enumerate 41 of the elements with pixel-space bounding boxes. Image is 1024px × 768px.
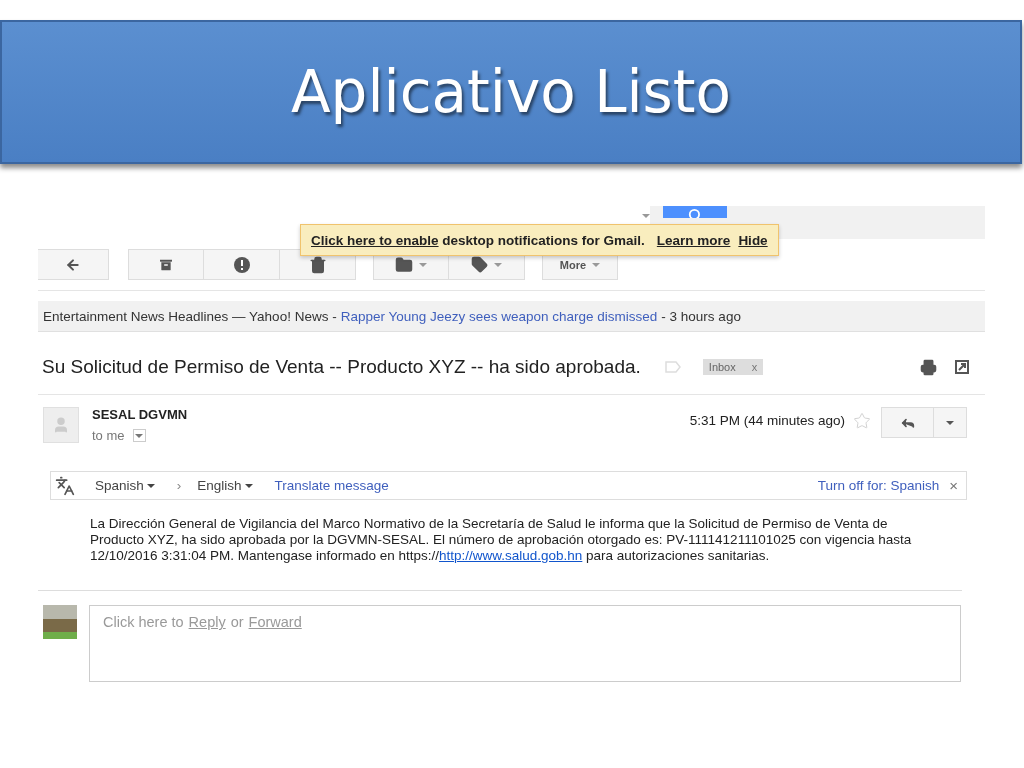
translate-icon: [55, 475, 75, 496]
news-headline-link[interactable]: Rapper Young Jeezy sees weapon charge dismissed: [340, 308, 658, 324]
website-link[interactable]: http://www.salud.gob.hn: [439, 548, 583, 563]
recipient-text: to me: [92, 428, 125, 443]
enable-link[interactable]: Click here to enable: [311, 232, 439, 248]
archive-button[interactable]: [128, 249, 204, 280]
news-time: - 3 hours ago: [661, 308, 741, 324]
trash-icon: [308, 255, 327, 274]
folder-icon: [395, 255, 413, 274]
message-time: 5:31 PM (44 minutes ago): [689, 413, 845, 428]
hide-link[interactable]: Hide: [738, 232, 768, 248]
email-subject: Su Solicitud de Permiso de Venta -- Producto XYZ -- ha sido aprobada.: [42, 356, 641, 378]
notification-text: Click here to enable desktop notifications for Gmail.: [311, 232, 645, 248]
photo-placeholder: [43, 605, 77, 639]
turn-off-link[interactable]: Turn off for: Spanish: [817, 478, 940, 493]
source-language-dropdown[interactable]: Spanish: [85, 478, 155, 493]
sender-name: SESAL DGVMN: [92, 407, 188, 422]
new-window-icon[interactable]: [955, 360, 969, 374]
exclamation-icon: [232, 255, 251, 274]
spam-button[interactable]: [204, 249, 280, 280]
news-source: Entertainment News Headlines — Yahoo! News -: [43, 308, 337, 324]
avatar: [43, 407, 79, 443]
learn-more-link[interactable]: Learn more: [656, 232, 731, 248]
arrow-separator: ›: [176, 478, 182, 493]
search-icon: [688, 208, 702, 218]
slide-title: Aplicativo Listo: [290, 58, 732, 126]
star-icon[interactable]: [853, 412, 871, 430]
archive-icon: [158, 256, 174, 273]
inbox-label: Inbox x: [702, 359, 764, 375]
print-icon[interactable]: [920, 358, 937, 376]
tag-icon: [471, 256, 488, 273]
target-language-dropdown[interactable]: English: [191, 478, 253, 493]
reply-or-text: or: [230, 614, 244, 630]
search-button[interactable]: [663, 206, 727, 218]
translate-message-link[interactable]: Translate message: [274, 478, 389, 493]
reply-button[interactable]: [881, 407, 934, 438]
remove-label-button[interactable]: x: [751, 361, 758, 373]
email-body: La Dirección General de Vigilancia del Marco Normativo de la Secretaría de Salud le informa que la Solicitud de Permiso de Venta de Producto XYZ, ha sido aprobada por la DGVMN-SESAL. El número de aprobación otorgado es: PV-111141211101025 con vigencia hasta 12/10/2016 3:31:04 PM. Mantengase informado en https://http://www.salud.gob.hn para autorizaciones sanitarias.: [90, 516, 913, 564]
close-button[interactable]: ×: [949, 477, 958, 494]
details-dropdown[interactable]: [132, 429, 146, 442]
reply-prompt: Click here to: [103, 614, 184, 630]
